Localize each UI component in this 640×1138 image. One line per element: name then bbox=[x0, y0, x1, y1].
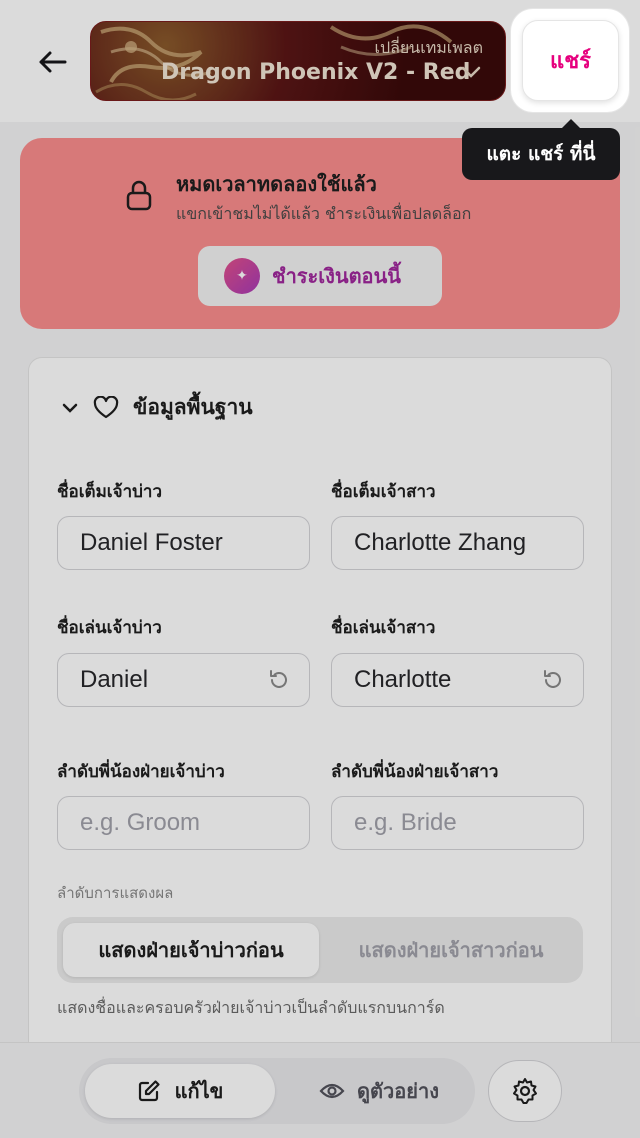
bride-fullname-value: Charlotte Zhang bbox=[354, 529, 527, 556]
heart-icon bbox=[93, 395, 119, 418]
bride-sibling-placeholder: e.g. Bride bbox=[354, 809, 457, 836]
groom-nickname-value: Daniel bbox=[80, 666, 149, 693]
bride-sibling-input[interactable]: e.g. Bride bbox=[331, 796, 584, 850]
display-order-toggle: แสดงฝ่ายเจ้าบ่าวก่อน แสดงฝ่ายเจ้าสาวก่อน bbox=[57, 917, 583, 983]
reset-icon[interactable] bbox=[541, 668, 565, 692]
display-order-hint: แสดงชื่อและครอบครัวฝ่ายเจ้าบ่าวเป็นลำดับ… bbox=[57, 998, 445, 1017]
preview-tab[interactable]: ดูตัวอย่าง bbox=[289, 1064, 469, 1118]
groom-sibling-input[interactable]: e.g. Groom bbox=[57, 796, 310, 850]
section-title: ข้อมูลพื้นฐาน bbox=[133, 395, 253, 419]
edit-tab[interactable]: แก้ไข bbox=[85, 1064, 275, 1118]
bride-nickname-label: ชื่อเล่นเจ้าสาว bbox=[331, 618, 436, 638]
template-subtitle: เปลี่ยนเทมเพลต bbox=[374, 38, 483, 57]
bride-sibling-label: ลำดับพี่น้องฝ่ายเจ้าสาว bbox=[331, 762, 499, 782]
pay-now-label: ชำระเงินตอนนี้ bbox=[272, 264, 401, 288]
edit-label: แก้ไข bbox=[174, 1079, 224, 1103]
pencil-square-icon bbox=[138, 1080, 160, 1102]
share-tooltip: แตะ แชร์ ที่นี่ bbox=[462, 119, 620, 180]
eye-icon bbox=[319, 1083, 345, 1099]
chevron-down-icon bbox=[461, 66, 481, 78]
pay-now-button[interactable]: ✦ ชำระเงินตอนนี้ bbox=[198, 246, 442, 306]
template-selector[interactable]: เปลี่ยนเทมเพลต Dragon Phoenix V2 - Red bbox=[90, 21, 506, 101]
banner-title: หมดเวลาทดลองใช้แล้ว bbox=[176, 172, 377, 196]
arrow-left-icon bbox=[39, 51, 67, 73]
gear-icon bbox=[513, 1078, 537, 1104]
groom-sibling-placeholder: e.g. Groom bbox=[80, 809, 201, 836]
groom-fullname-input[interactable]: Daniel Foster bbox=[57, 516, 310, 570]
mode-switch: แก้ไข ดูตัวอย่าง bbox=[79, 1058, 475, 1124]
section-header[interactable]: ข้อมูลพื้นฐาน bbox=[61, 391, 253, 424]
basic-info-card: ข้อมูลพื้นฐาน ชื่อเต็มเจ้าบ่าว ชื่อเต็มเ… bbox=[28, 357, 612, 1057]
groom-nickname-label: ชื่อเล่นเจ้าบ่าว bbox=[57, 618, 162, 638]
bride-fullname-input[interactable]: Charlotte Zhang bbox=[331, 516, 584, 570]
bride-fullname-label: ชื่อเต็มเจ้าสาว bbox=[331, 482, 436, 502]
display-order-label: ลำดับการแสดงผล bbox=[57, 884, 174, 902]
groom-fullname-value: Daniel Foster bbox=[80, 529, 223, 556]
groom-fullname-label: ชื่อเต็มเจ้าบ่าว bbox=[57, 482, 163, 502]
bride-first-option[interactable]: แสดงฝ่ายเจ้าสาวก่อน bbox=[325, 923, 577, 977]
back-button[interactable] bbox=[32, 42, 72, 82]
preview-label: ดูตัวอย่าง bbox=[357, 1079, 439, 1103]
lock-icon bbox=[126, 180, 152, 211]
reset-icon[interactable] bbox=[267, 668, 291, 692]
bride-nickname-input[interactable]: Charlotte bbox=[331, 653, 584, 707]
groom-sibling-label: ลำดับพี่น้องฝ่ายเจ้าบ่าว bbox=[57, 762, 225, 782]
template-name: Dragon Phoenix V2 - Red bbox=[161, 60, 471, 85]
groom-first-option[interactable]: แสดงฝ่ายเจ้าบ่าวก่อน bbox=[63, 923, 319, 977]
groom-nickname-input[interactable]: Daniel bbox=[57, 653, 310, 707]
bottom-bar: แก้ไข ดูตัวอย่าง bbox=[0, 1042, 640, 1138]
share-button[interactable]: แชร์ bbox=[522, 20, 619, 101]
chevron-down-icon bbox=[62, 403, 78, 413]
sparkle-icon: ✦ bbox=[224, 258, 260, 294]
bride-nickname-value: Charlotte bbox=[354, 666, 452, 693]
banner-description: แขกเข้าชมไม่ได้แล้ว ชำระเงินเพื่อปลดล็อก bbox=[176, 204, 472, 223]
settings-button[interactable] bbox=[488, 1060, 562, 1122]
